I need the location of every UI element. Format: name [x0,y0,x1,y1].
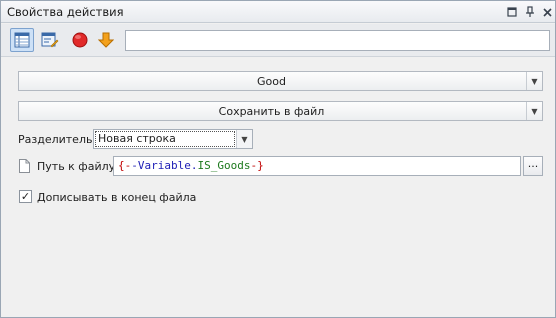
append-label: Дописывать в конец файла [37,191,197,204]
action-properties-panel: Свойства действия Good ▼ Сохранить в фай… [0,0,556,318]
red-circle-icon [72,32,88,48]
pin-button[interactable] [522,4,538,20]
file-icon [19,159,30,173]
toolbar-text-input[interactable] [125,30,550,51]
close-icon [542,7,552,17]
table-list-button[interactable] [10,28,34,52]
action-combo[interactable]: Сохранить в файл ▼ [18,101,543,121]
maximize-icon [507,7,517,17]
variable-combo[interactable]: Good ▼ [18,71,543,91]
table-list-icon [14,32,30,48]
variable-combo-value: Good [257,75,286,88]
stop-button[interactable] [68,28,92,52]
path-var-name: IS_Goods [197,159,251,172]
maximize-button[interactable] [504,4,520,20]
chevron-down-icon[interactable]: ▼ [526,102,542,120]
path-brace-close: } [257,159,264,172]
pin-icon [526,6,534,17]
file-path-input[interactable]: {--Variable.IS_Goods-} [113,156,521,176]
file-path-label: Путь к файлу [37,160,116,173]
orange-down-arrow-icon [98,32,114,48]
action-combo-value: Сохранить в файл [218,105,325,118]
separator-combo-value: Новая строка [95,131,235,147]
move-down-button[interactable] [94,28,118,52]
toolbar [1,24,555,57]
path-var-prefix: -Variable. [131,159,198,172]
browse-button[interactable]: ... [523,156,543,176]
window-edit-icon [41,32,59,48]
chevron-down-icon[interactable]: ▼ [236,130,252,148]
close-button[interactable] [539,4,555,20]
panel-title: Свойства действия [7,5,124,19]
chevron-down-icon[interactable]: ▼ [526,72,542,90]
checkmark-icon: ✓ [20,190,31,203]
window-edit-button[interactable] [38,28,62,52]
path-brace-open: { [118,159,125,172]
title-bar: Свойства действия [1,1,555,23]
separator-combo[interactable]: Новая строка ▼ [93,129,253,149]
separator-label: Разделитель: [18,133,97,146]
append-checkbox[interactable]: ✓ [19,190,32,203]
